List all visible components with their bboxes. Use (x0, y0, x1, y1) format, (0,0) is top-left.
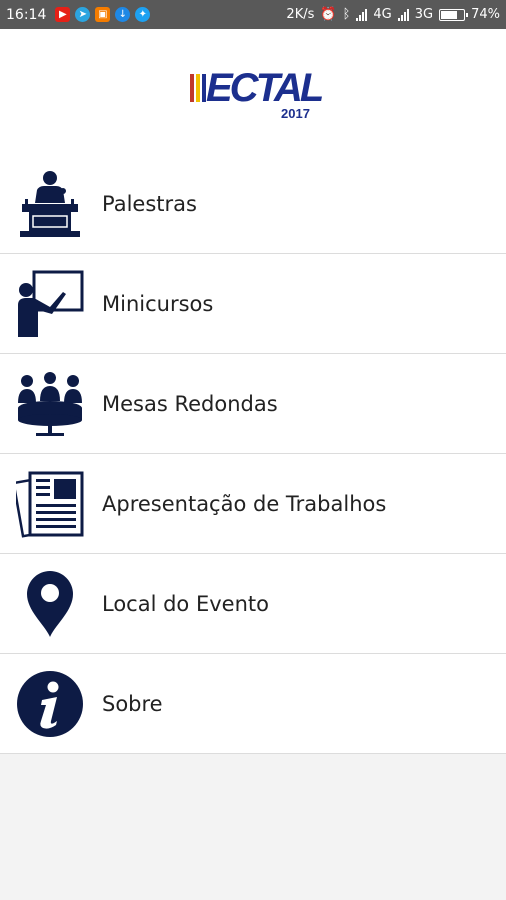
menu-label: Apresentação de Trabalhos (102, 491, 387, 516)
main-content: ECTAL 2017 Palestras Minicursos Mesas Re… (0, 29, 506, 754)
menu-label: Local do Evento (102, 591, 269, 616)
documents-icon (15, 469, 85, 539)
podium-speaker-icon (15, 169, 85, 239)
info-icon (15, 669, 85, 739)
battery-percent: 74% (471, 7, 500, 22)
menu-item-apresentacao-de-trabalhos[interactable]: Apresentação de Trabalhos (0, 454, 506, 554)
battery-icon (439, 8, 469, 21)
menu-list: Palestras Minicursos Mesas Redondas Apre… (0, 154, 506, 754)
network-type-1: 4G (373, 7, 392, 22)
status-bar: 16:14 ▶ ➤ ▣ ↓ ✦ 2K/s ⏰ ᛒ 4G 3G 74% (0, 0, 506, 29)
menu-item-sobre[interactable]: Sobre (0, 654, 506, 754)
twitter-icon: ✦ (135, 7, 151, 22)
menu-item-mesas-redondas[interactable]: Mesas Redondas (0, 354, 506, 454)
signal-icon-2 (397, 8, 409, 21)
youtube-icon: ▶ (55, 7, 71, 22)
network-type-2: 3G (414, 7, 434, 22)
app-logo: ECTAL 2017 (190, 66, 324, 122)
bluetooth-icon: ᛒ (342, 7, 351, 22)
menu-item-palestras[interactable]: Palestras (0, 154, 506, 254)
alarm-icon: ⏰ (320, 7, 337, 22)
menu-label: Mesas Redondas (102, 391, 278, 416)
menu-item-minicursos[interactable]: Minicursos (0, 254, 506, 354)
round-table-icon (15, 369, 85, 439)
logo-text: ECTAL (206, 66, 324, 110)
network-speed: 2K/s (286, 7, 315, 22)
logo-bars (190, 74, 206, 102)
menu-item-local-do-evento[interactable]: Local do Evento (0, 554, 506, 654)
teacher-board-icon (15, 269, 85, 339)
location-pin-icon (15, 569, 85, 639)
logo-year: 2017 (281, 106, 310, 121)
menu-label: Minicursos (102, 291, 214, 316)
status-time: 16:14 (6, 6, 47, 23)
menu-label: Palestras (102, 191, 197, 216)
app-icon: ▣ (95, 7, 111, 22)
signal-icon (356, 8, 368, 21)
menu-label: Sobre (102, 691, 163, 716)
download-icon: ↓ (115, 7, 131, 22)
telegram-icon: ➤ (75, 7, 91, 22)
